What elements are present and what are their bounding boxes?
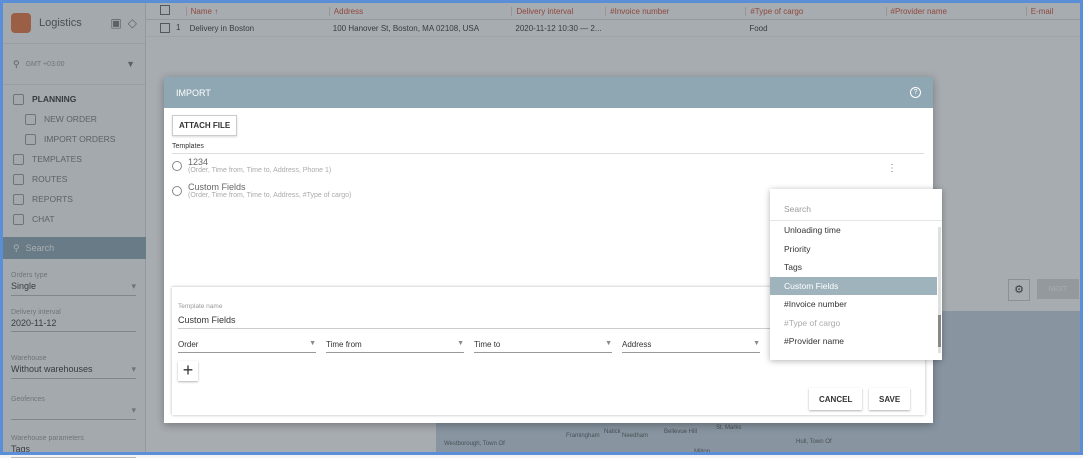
dropdown-option[interactable]: Tags bbox=[770, 258, 937, 277]
help-icon[interactable]: ? bbox=[910, 87, 921, 98]
dropdown-option[interactable]: #Provider name bbox=[770, 332, 937, 351]
column-mapping-select[interactable]: Order ▼ bbox=[178, 340, 316, 353]
template-description: (Order, Time from, Time to, Address, #Ty… bbox=[188, 192, 352, 199]
dropdown-search-input[interactable]: Search bbox=[770, 189, 942, 221]
chevron-down-icon[interactable]: ▼ bbox=[605, 340, 612, 349]
add-column-button[interactable]: + bbox=[178, 361, 198, 381]
save-button[interactable]: SAVE bbox=[869, 388, 911, 410]
chevron-down-icon[interactable]: ▼ bbox=[309, 340, 316, 349]
dropdown-option[interactable]: #Invoice number bbox=[770, 295, 937, 314]
column-mapping-select[interactable]: Address ▼ bbox=[622, 340, 760, 353]
template-option[interactable]: Custom Fields (Order, Time from, Time to,… bbox=[172, 182, 351, 199]
template-radio[interactable] bbox=[172, 161, 182, 171]
dialog-header: IMPORT ? bbox=[164, 77, 933, 108]
column-mapping-select[interactable]: Time from ▼ bbox=[326, 340, 464, 353]
dropdown-option[interactable]: Priority bbox=[770, 240, 937, 259]
cancel-button[interactable]: CANCEL bbox=[809, 388, 863, 410]
chevron-down-icon[interactable]: ▼ bbox=[753, 340, 760, 349]
dropdown-option[interactable]: Custom Fields bbox=[770, 276, 937, 295]
template-radio[interactable] bbox=[172, 186, 182, 196]
chevron-down-icon[interactable]: ▼ bbox=[457, 340, 464, 349]
select-value: Order bbox=[178, 340, 199, 349]
dropdown-option[interactable]: Unloading time bbox=[770, 221, 937, 240]
more-options-icon[interactable]: ⋮ bbox=[887, 163, 897, 174]
select-value: Time to bbox=[474, 340, 501, 349]
dialog-title: IMPORT bbox=[176, 87, 211, 98]
templates-label: Templates bbox=[172, 143, 204, 150]
template-option[interactable]: 1234 (Order, Time from, Time to, Address,… bbox=[172, 157, 331, 174]
column-mapping-select[interactable]: Time to ▼ bbox=[474, 340, 612, 353]
dropdown-scrollbar-thumb[interactable] bbox=[938, 315, 941, 347]
template-name-label: Template name bbox=[178, 303, 223, 310]
dropdown-option: #Type of cargo bbox=[784, 317, 841, 328]
template-name: 1234 bbox=[188, 157, 209, 167]
field-dropdown: Search Unloading time Priority Tags Custom … bbox=[770, 189, 942, 360]
template-name: Custom Fields bbox=[188, 182, 246, 192]
template-description: (Order, Time from, Time to, Address, Pho… bbox=[188, 167, 332, 174]
select-value: Address bbox=[622, 340, 652, 349]
select-value: Time from bbox=[326, 340, 362, 349]
attach-file-button[interactable]: ATTACH FILE bbox=[172, 115, 238, 136]
